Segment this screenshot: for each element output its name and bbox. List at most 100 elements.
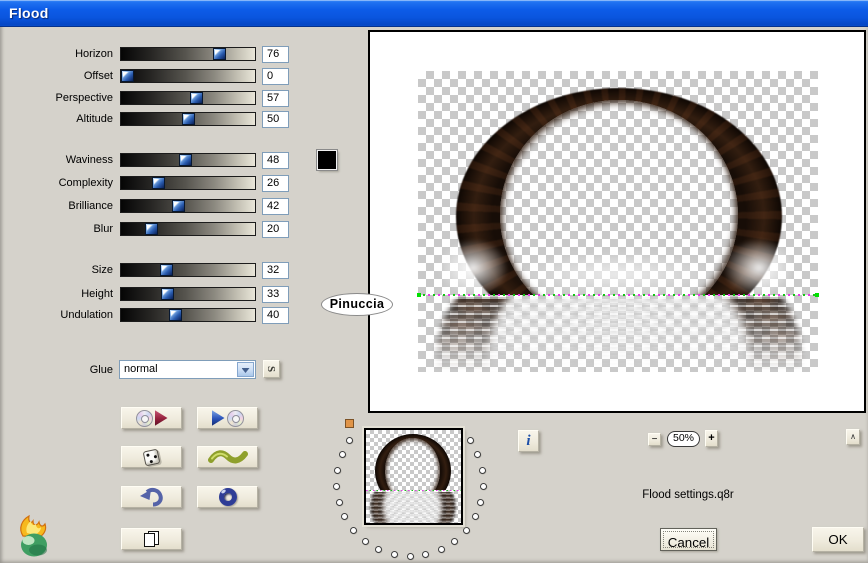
chevron-down-icon [241,368,250,373]
zoom-level: 50% [667,431,700,447]
collapse-button[interactable]: ∧ [846,429,860,445]
swap-button[interactable]: S [263,360,280,378]
blur-slider-thumb[interactable] [145,223,159,235]
preset-dot [478,466,486,474]
undulation-slider-thumb[interactable] [169,309,183,321]
cancel-button[interactable]: Cancel [660,528,717,551]
ok-label: OK [828,532,848,547]
randomize-button[interactable] [121,446,182,468]
offset-label: Offset [83,70,113,82]
altitude-value-field[interactable]: 50 [262,110,289,128]
brilliance-slider[interactable] [120,199,256,213]
glue-select[interactable]: normal [119,360,256,379]
complexity-value-field[interactable]: 26 [262,174,289,192]
zoom-in-button[interactable]: + [705,430,718,447]
horizon-slider[interactable] [120,47,256,61]
brilliance-label: Brilliance [68,200,113,212]
complexity-label: Complexity [58,177,113,189]
preview-thumbnail[interactable] [362,426,465,527]
copy-button[interactable] [121,528,182,550]
wave-button[interactable] [197,446,258,468]
complexity-slider-thumb[interactable] [152,177,166,189]
preset-dot [406,553,414,560]
undo-arrow-icon [139,487,163,507]
preset-dot [335,498,343,506]
color-well[interactable] [317,150,337,170]
altitude-label: Altitude [76,113,113,125]
window-title: Flood [9,5,49,21]
cd-icon [226,409,244,427]
preset-chip [345,419,354,428]
height-slider-thumb[interactable] [160,288,174,300]
size-slider-thumb[interactable] [159,264,173,276]
blur-slider[interactable] [120,222,256,236]
flaming-pear-logo[interactable] [13,512,55,558]
undulation-label: Undulation [60,309,113,321]
preset-dot [479,482,487,490]
undulation-value-field[interactable]: 40 [262,306,289,324]
blur-value-field[interactable]: 20 [262,220,289,238]
load-settings-button[interactable] [121,407,182,429]
water-reflection [418,297,818,372]
preset-dot [346,437,354,445]
undo-button[interactable] [121,486,182,508]
swap-button-label: S [265,365,278,373]
size-value-field[interactable]: 32 [262,261,289,279]
preset-dot [437,546,445,554]
ok-button[interactable]: OK [812,527,864,552]
perspective-slider-thumb[interactable] [189,92,203,104]
brilliance-slider-thumb[interactable] [171,200,185,212]
flood-plugin-dialog: Flood Horizon 76 Offset 0 Perspective 57 Altit… [0,0,868,563]
undulation-slider[interactable] [120,308,256,322]
perspective-label: Perspective [55,92,113,104]
preview-image [417,71,819,372]
blur-label: Blur [93,223,113,235]
height-label: Height [81,288,113,300]
offset-value-field[interactable]: 0 [262,67,289,85]
watermark-badge: Pinuccia [321,293,393,316]
preset-dot [390,551,398,559]
dice-icon [142,448,161,466]
preset-dot [471,513,479,521]
altitude-slider-thumb[interactable] [181,113,195,125]
waviness-slider[interactable] [120,153,256,167]
height-slider[interactable] [120,287,256,301]
glue-selected-value: normal [124,363,158,375]
complexity-slider[interactable] [120,176,256,190]
preview-panel[interactable] [368,30,866,413]
preset-dot [333,482,341,490]
ring-button[interactable] [197,486,258,508]
preset-dot [462,526,470,534]
ring-icon [218,488,237,506]
wave-icon [207,450,248,464]
waviness-value-field[interactable]: 48 [262,151,289,169]
flaming-pear-icon [20,514,47,557]
horizon-value-field[interactable]: 76 [262,45,289,63]
size-label: Size [91,264,113,276]
preset-dot [477,498,485,506]
perspective-slider[interactable] [120,91,256,105]
info-button[interactable]: i [518,430,539,452]
horizon-slider-thumb[interactable] [212,48,226,60]
glue-dropdown-button[interactable] [237,362,254,377]
horizon-line [417,293,819,297]
brilliance-value-field[interactable]: 42 [262,197,289,215]
size-slider[interactable] [120,263,256,277]
preset-dot [341,513,349,521]
offset-slider[interactable] [120,69,256,83]
offset-slider-thumb[interactable] [121,70,134,82]
waviness-slider-thumb[interactable] [179,154,193,166]
preset-dot [375,546,383,554]
title-bar[interactable]: Flood [0,0,868,27]
altitude-slider[interactable] [120,112,256,126]
play-blue-icon [211,410,225,426]
waviness-label: Waviness [65,154,113,166]
cancel-label: Cancel [663,531,714,550]
save-settings-button[interactable] [197,407,258,429]
settings-filename: Flood settings.q8r [642,489,734,501]
perspective-value-field[interactable]: 57 [262,89,289,107]
height-value-field[interactable]: 33 [262,285,289,303]
horizon-label: Horizon [75,48,113,60]
preset-dot [474,451,482,459]
zoom-out-button[interactable]: − [648,433,661,446]
